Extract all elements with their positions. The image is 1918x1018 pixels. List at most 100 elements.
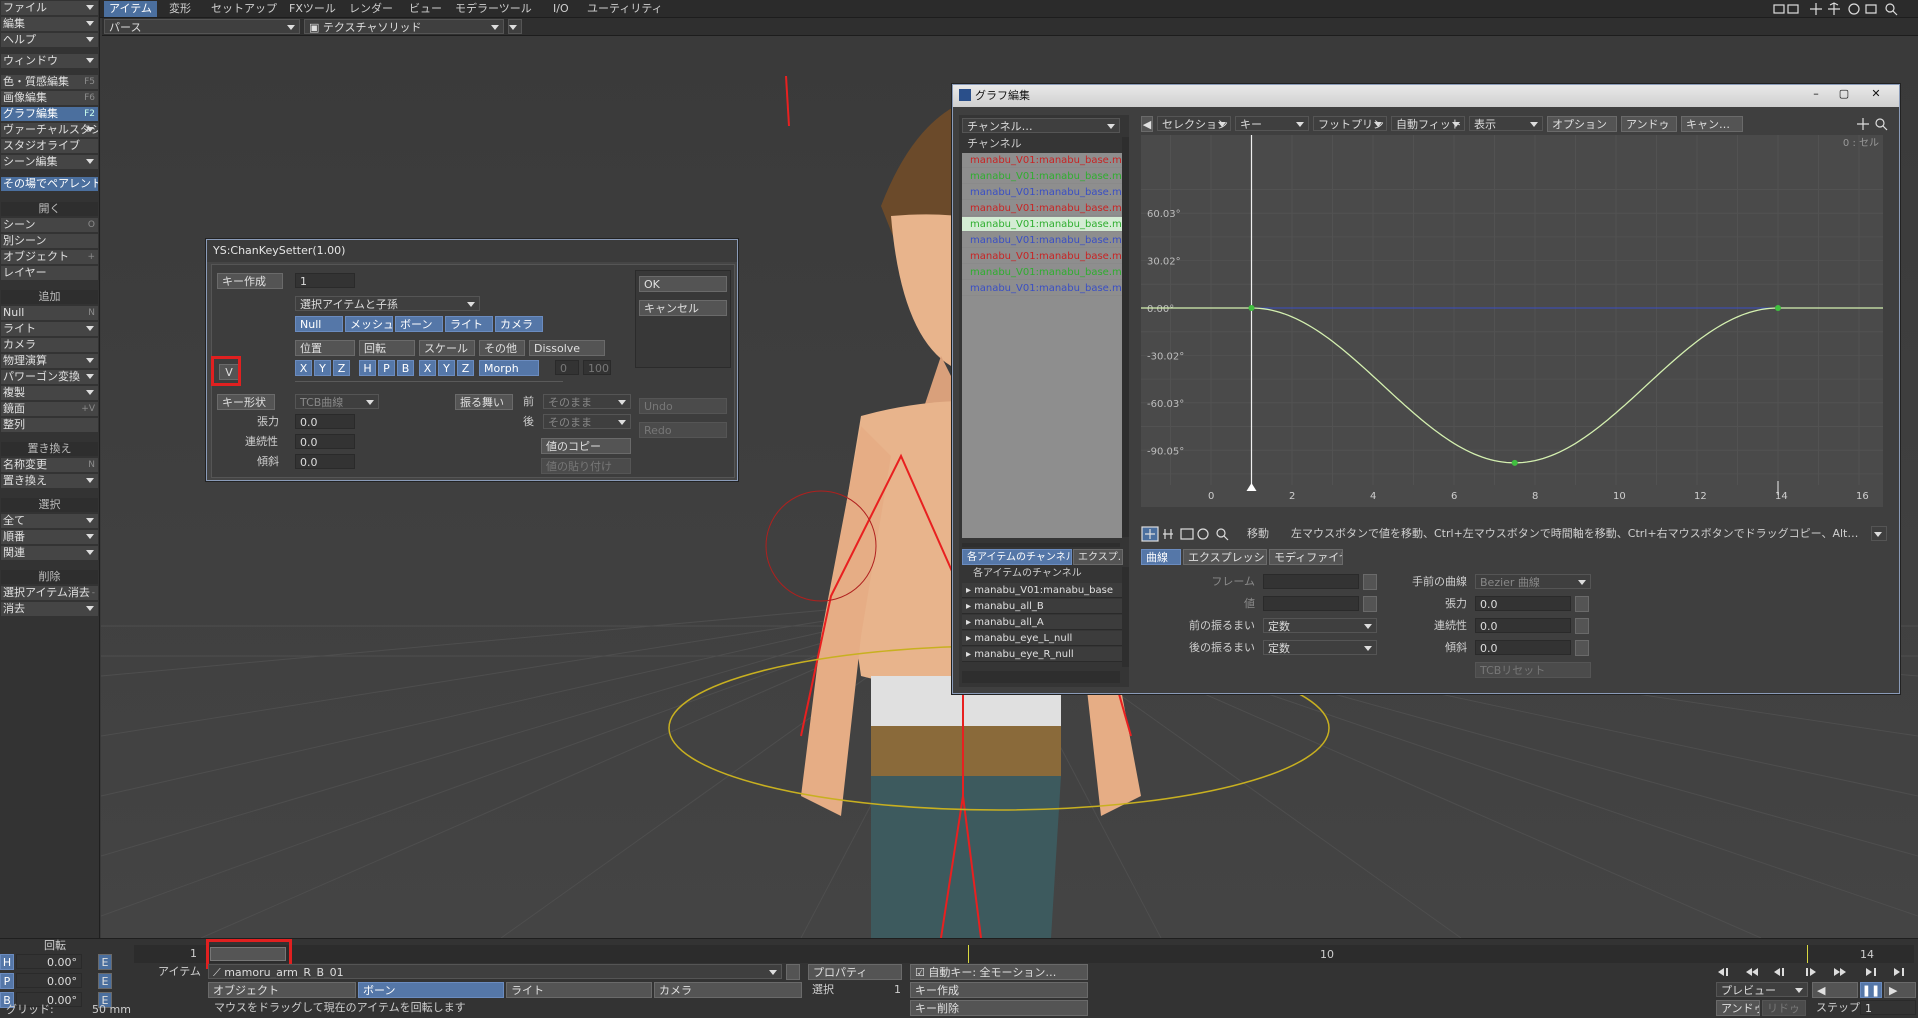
dissolve-min-field[interactable]: 0 [555, 360, 579, 375]
channel-row[interactable]: manabu_V01:manabu_base.ma [962, 217, 1122, 232]
item-row[interactable]: ▸ manabu_eye_R_null [962, 647, 1122, 662]
type-null-toggle[interactable]: Null [295, 316, 343, 332]
item-row[interactable]: ▸ manabu_all_B [962, 599, 1122, 614]
value-field[interactable] [1263, 596, 1359, 611]
redo-bottom-button[interactable]: リドゥ [1762, 1000, 1806, 1016]
rotation-b-toggle[interactable]: B [397, 360, 414, 376]
cancel-graph-button[interactable]: キャン… [1681, 116, 1743, 132]
channel-dropdown[interactable]: チャンネル… [962, 118, 1120, 133]
expand-arrow-icon[interactable]: ▸ [966, 601, 974, 612]
undo-bottom-button[interactable]: アンドゥ [1716, 1000, 1760, 1016]
add-dynamics-button[interactable]: 物理演算 [1, 354, 98, 368]
item-row[interactable]: ▸ manabu_V01:manabu_base [962, 583, 1122, 598]
create-key-bottom-button[interactable]: キー作成 [910, 982, 1088, 998]
parent-in-place-toggle[interactable]: その場でペアレント [1, 177, 98, 191]
minimize-icon[interactable]: – [1803, 87, 1829, 103]
bias-stepper[interactable] [1575, 640, 1589, 656]
behavior-button[interactable]: 振る舞い [455, 394, 513, 410]
keys-menu[interactable]: キー [1235, 116, 1309, 131]
load-from-scene-button[interactable]: 別シーン [1, 234, 98, 248]
image-editor-button[interactable]: 画像編集 F6 [1, 91, 98, 105]
copy-values-button[interactable]: 値のコピー [541, 438, 631, 454]
h-field[interactable]: 0.00° [16, 954, 82, 969]
light-mode-button[interactable]: ライト [506, 982, 652, 998]
transport-controls[interactable] [1716, 964, 1916, 980]
p-envelope-button[interactable]: E [98, 973, 112, 989]
add-null-button[interactable]: Null N [1, 306, 98, 320]
view-control-icons[interactable] [1770, 2, 1910, 16]
items-scrollbar[interactable] [1122, 567, 1129, 667]
bone-mode-button[interactable]: ボーン [358, 982, 504, 998]
key-point[interactable] [1511, 459, 1518, 466]
undo-button[interactable]: Undo [639, 398, 727, 414]
mirror-button[interactable]: 鏡面 +V [1, 402, 98, 416]
pre-behavior-select-graph[interactable]: 定数 [1263, 618, 1377, 633]
position-y-toggle[interactable]: Y [314, 360, 331, 376]
value-stepper[interactable] [1363, 596, 1377, 612]
help-menu-button[interactable]: ヘルプ [1, 33, 98, 47]
bias-field-graph[interactable]: 0.0 [1475, 640, 1571, 655]
p-field[interactable]: 0.00° [16, 973, 82, 988]
position-z-toggle[interactable]: Z [333, 360, 350, 376]
items-hscroll[interactable] [962, 671, 1120, 683]
auto-key-toggle[interactable]: ☑ 自動キー: 全モーション… [910, 964, 1088, 980]
ok-button[interactable]: OK [639, 276, 727, 292]
select-related-button[interactable]: 関連 [1, 546, 98, 560]
rotation-p-toggle[interactable]: P [378, 360, 395, 376]
clone-button[interactable]: 複製 [1, 386, 98, 400]
display-menu[interactable]: 表示 [1469, 116, 1543, 131]
target-select[interactable]: 選択アイテムと子孫 [295, 296, 480, 311]
key-point[interactable] [1248, 305, 1255, 311]
load-object-button[interactable]: オブジェクト + [1, 250, 98, 264]
scale-z-toggle[interactable]: Z [457, 360, 474, 376]
properties-button[interactable]: プロパティ [808, 964, 902, 980]
render-mode-select[interactable]: ▣ テクスチャソリッド [304, 19, 504, 34]
add-camera-button[interactable]: カメラ [1, 338, 98, 352]
h-envelope-button[interactable]: E [98, 954, 112, 970]
window-menu-button[interactable]: ウィンドウ [1, 54, 98, 68]
tab-io[interactable]: I/O [548, 1, 574, 17]
tab-modify[interactable]: 変形 [164, 1, 196, 17]
tension-field-graph[interactable]: 0.0 [1475, 596, 1571, 611]
curve-graph[interactable]: 60.03° 30.02° 0.00° -30.02° -60.03° -90.05° 0 2… [1141, 135, 1900, 507]
tab-setup[interactable]: セットアップ [206, 1, 282, 17]
channel-row[interactable]: manabu_V01:manabu_base.ma [962, 185, 1122, 200]
tab-expression[interactable]: エクスプレッション [1183, 549, 1267, 565]
position-toggle[interactable]: 位置 [295, 340, 355, 356]
dissolve-toggle[interactable]: Dissolve [529, 340, 605, 356]
clear-selected-button[interactable]: 選択アイテム消去 - [1, 586, 98, 600]
tcb-reset-button[interactable]: TCBリセット [1475, 662, 1591, 678]
tab-item[interactable]: アイテム [104, 1, 157, 17]
bias-field[interactable]: 0.0 [295, 454, 355, 469]
graph-editor-button[interactable]: グラフ編集 F2 [1, 107, 98, 121]
tab-view[interactable]: ビュー [404, 1, 447, 17]
continuity-field[interactable]: 0.0 [295, 434, 355, 449]
type-light-toggle[interactable]: ライト [445, 316, 493, 332]
step-field[interactable]: 1 [1860, 1000, 1916, 1015]
graph-mode-icons[interactable] [1141, 526, 1241, 542]
expand-arrow-icon[interactable]: ▸ [966, 649, 974, 660]
pre-behavior-select[interactable]: そのまま [543, 394, 631, 409]
type-mesh-toggle[interactable]: メッシュ [345, 316, 393, 332]
select-order-button[interactable]: 順番 [1, 530, 98, 544]
channel-row[interactable]: manabu_V01:manabu_base.ma [962, 249, 1122, 264]
replace-button[interactable]: 置き換え [1, 474, 98, 488]
scale-x-toggle[interactable]: X [419, 360, 436, 376]
view-mode-select[interactable]: パース [104, 19, 300, 34]
footprint-menu[interactable]: フットプリント [1313, 116, 1387, 131]
rename-button[interactable]: 名称変更 N [1, 458, 98, 472]
file-menu-button[interactable]: ファイル [1, 1, 98, 15]
frame-stepper[interactable] [1363, 574, 1377, 590]
tab-curve[interactable]: 曲線 [1141, 549, 1181, 565]
tab-expression-left[interactable]: エクスプ… [1073, 549, 1123, 565]
close-icon[interactable]: ✕ [1861, 87, 1891, 103]
virtual-studio-button[interactable]: ヴァーチャルスタジオ [1, 123, 98, 137]
play-button[interactable]: ▶ [1884, 982, 1916, 998]
position-x-toggle[interactable]: X [295, 360, 312, 376]
expand-arrow-icon[interactable]: ▸ [966, 585, 974, 596]
dissolve-max-field[interactable]: 100 [583, 360, 611, 375]
scale-toggle[interactable]: スケール [419, 340, 475, 356]
key-point[interactable] [1775, 305, 1781, 311]
channel-row[interactable]: manabu_V01:manabu_base.ma [962, 265, 1122, 280]
viewport-options-dropdown[interactable] [508, 19, 522, 34]
